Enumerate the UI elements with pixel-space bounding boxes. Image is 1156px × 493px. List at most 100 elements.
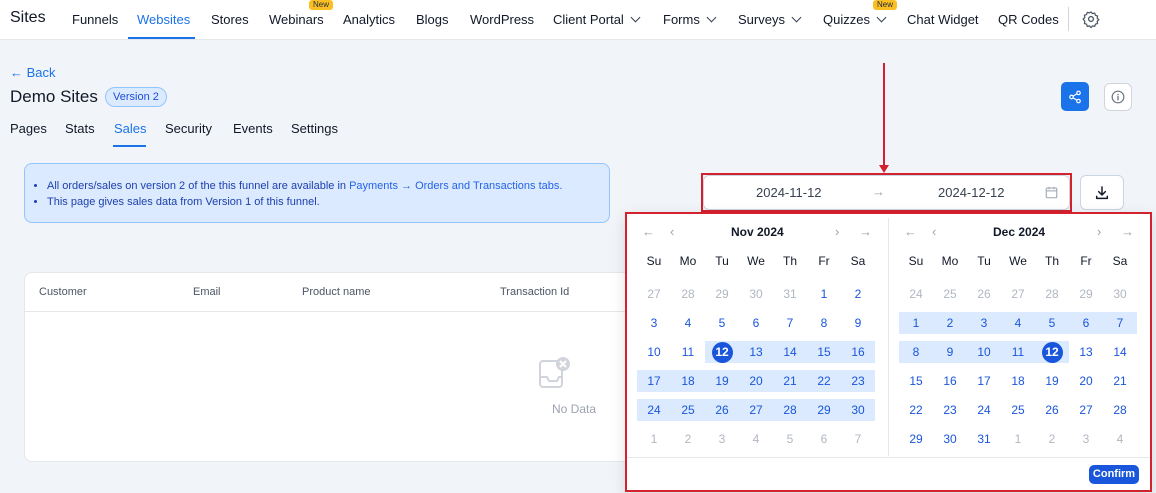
calendar-day[interactable]: 30 (1103, 283, 1137, 305)
download-button[interactable] (1080, 175, 1124, 210)
calendar-day[interactable]: 23 (841, 370, 875, 392)
prev-month-arrow-icon[interactable]: ‹ (932, 224, 936, 239)
calendar-day[interactable]: 2 (933, 312, 967, 334)
calendar-day[interactable]: 25 (1001, 399, 1035, 421)
calendar-day[interactable]: 15 (807, 341, 841, 363)
nav-analytics[interactable]: Analytics (343, 12, 395, 27)
next-month-arrow-icon[interactable]: › (1097, 224, 1101, 239)
prev-year-arrow-icon[interactable]: ← (642, 224, 655, 239)
calendar-day[interactable]: 11 (1001, 341, 1035, 363)
calendar-day[interactable]: 3 (637, 312, 671, 334)
next-year-arrow-icon[interactable]: → (1121, 224, 1134, 239)
calendar-day[interactable]: 3 (1069, 428, 1103, 450)
tab-sales[interactable]: Sales (114, 121, 147, 136)
tab-settings[interactable]: Settings (291, 121, 338, 136)
calendar-day[interactable]: 26 (967, 283, 1001, 305)
nav-quizzes[interactable]: Quizzes (823, 12, 887, 27)
calendar-day-selected[interactable]: 12 (705, 341, 739, 363)
nav-websites[interactable]: Websites (137, 12, 190, 27)
calendar-day[interactable]: 23 (933, 399, 967, 421)
calendar-day[interactable]: 16 (933, 370, 967, 392)
info-button[interactable] (1104, 83, 1132, 111)
calendar-day[interactable]: 17 (967, 370, 1001, 392)
calendar-day[interactable]: 11 (671, 341, 705, 363)
calendar-day[interactable]: 28 (671, 283, 705, 305)
prev-year-arrow-icon[interactable]: ← (904, 224, 917, 239)
calendar-day[interactable]: 20 (1069, 370, 1103, 392)
calendar-day[interactable]: 19 (705, 370, 739, 392)
calendar-day[interactable]: 25 (671, 399, 705, 421)
calendar-day[interactable]: 15 (899, 370, 933, 392)
calendar-day[interactable]: 4 (739, 428, 773, 450)
calendar-day[interactable]: 24 (899, 283, 933, 305)
prev-month-arrow-icon[interactable]: ‹ (670, 224, 674, 239)
next-year-arrow-icon[interactable]: → (859, 224, 872, 239)
calendar-day[interactable]: 24 (637, 399, 671, 421)
calendar-day[interactable]: 25 (933, 283, 967, 305)
calendar-day[interactable]: 6 (739, 312, 773, 334)
calendar-day[interactable]: 4 (1103, 428, 1137, 450)
calendar-day[interactable]: 22 (899, 399, 933, 421)
calendar-day[interactable]: 6 (1069, 312, 1103, 334)
calendar-day-selected[interactable]: 12 (1035, 341, 1069, 363)
calendar-day[interactable]: 7 (773, 312, 807, 334)
calendar-day[interactable]: 18 (671, 370, 705, 392)
calendar-day[interactable]: 30 (933, 428, 967, 450)
calendar-day[interactable]: 31 (967, 428, 1001, 450)
tab-security[interactable]: Security (165, 121, 212, 136)
calendar-day[interactable]: 7 (841, 428, 875, 450)
calendar-day[interactable]: 27 (1069, 399, 1103, 421)
calendar-day[interactable]: 30 (841, 399, 875, 421)
calendar-day[interactable]: 24 (967, 399, 1001, 421)
calendar-day[interactable]: 28 (773, 399, 807, 421)
calendar-day[interactable]: 29 (807, 399, 841, 421)
calendar-day[interactable]: 28 (1103, 399, 1137, 421)
nav-funnels[interactable]: Funnels (72, 12, 118, 27)
tab-stats[interactable]: Stats (65, 121, 95, 136)
nav-blogs[interactable]: Blogs (416, 12, 449, 27)
calendar-day[interactable]: 20 (739, 370, 773, 392)
nav-surveys[interactable]: Surveys (738, 12, 802, 27)
calendar-day[interactable]: 30 (739, 283, 773, 305)
tab-events[interactable]: Events (233, 121, 273, 136)
next-month-arrow-icon[interactable]: › (835, 224, 839, 239)
calendar-day[interactable]: 21 (1103, 370, 1137, 392)
nav-forms[interactable]: Forms (663, 12, 717, 27)
nav-stores[interactable]: Stores (211, 12, 249, 27)
payments-link[interactable]: Payments → Orders and Transactions tabs. (349, 180, 562, 192)
calendar-day[interactable]: 17 (637, 370, 671, 392)
calendar-day[interactable]: 4 (1001, 312, 1035, 334)
calendar-day[interactable]: 2 (671, 428, 705, 450)
calendar-day[interactable]: 13 (739, 341, 773, 363)
calendar-day[interactable]: 29 (705, 283, 739, 305)
confirm-button[interactable]: Confirm (1089, 465, 1139, 484)
calendar-day[interactable]: 1 (807, 283, 841, 305)
calendar-day[interactable]: 3 (967, 312, 1001, 334)
calendar-day[interactable]: 29 (899, 428, 933, 450)
calendar-day[interactable]: 21 (773, 370, 807, 392)
calendar-day[interactable]: 14 (773, 341, 807, 363)
calendar-day[interactable]: 26 (705, 399, 739, 421)
calendar-day[interactable]: 29 (1069, 283, 1103, 305)
calendar-day[interactable]: 6 (807, 428, 841, 450)
calendar-day[interactable]: 14 (1103, 341, 1137, 363)
calendar-day[interactable]: 22 (807, 370, 841, 392)
start-date-input[interactable]: 2024-11-12 (756, 185, 822, 200)
calendar-day[interactable]: 1 (899, 312, 933, 334)
calendar-day[interactable]: 26 (1035, 399, 1069, 421)
back-link[interactable]: ← Back (10, 65, 56, 80)
nav-wordpress[interactable]: WordPress (470, 12, 534, 27)
calendar-day[interactable]: 27 (1001, 283, 1035, 305)
calendar-day[interactable]: 27 (637, 283, 671, 305)
calendar-day[interactable]: 1 (1001, 428, 1035, 450)
calendar-day[interactable]: 10 (637, 341, 671, 363)
calendar-day[interactable]: 28 (1035, 283, 1069, 305)
calendar-day[interactable]: 31 (773, 283, 807, 305)
calendar-day[interactable]: 7 (1103, 312, 1137, 334)
calendar-day[interactable]: 9 (933, 341, 967, 363)
calendar-day[interactable]: 4 (671, 312, 705, 334)
calendar-day[interactable]: 1 (637, 428, 671, 450)
calendar-day[interactable]: 16 (841, 341, 875, 363)
gear-icon[interactable] (1082, 10, 1100, 28)
calendar-day[interactable]: 18 (1001, 370, 1035, 392)
